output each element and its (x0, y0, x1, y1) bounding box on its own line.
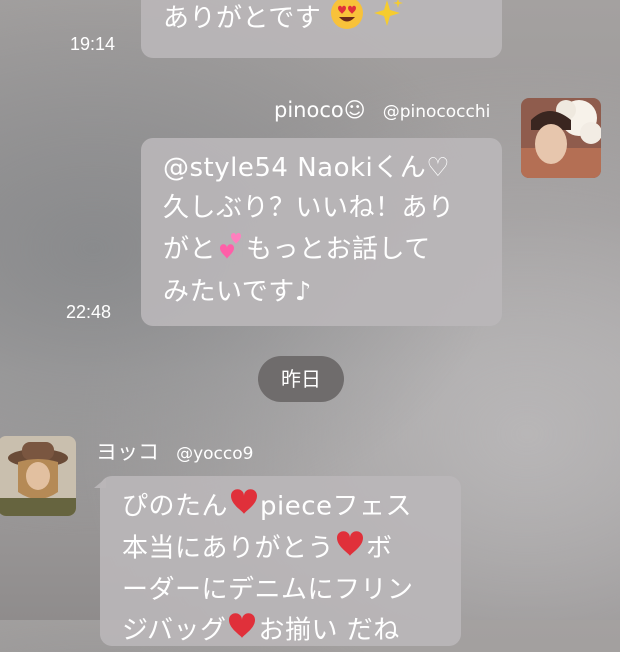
sender-handle: @pinococchi (382, 102, 491, 122)
message-text: 本当にありがとう (122, 533, 335, 564)
heart-eyes-emoji (330, 0, 364, 42)
message-line: がと もっとお話して (163, 228, 482, 272)
message-line: みたいです♪ (163, 277, 312, 307)
sender-name: ヨッコ (96, 440, 159, 464)
avatar[interactable] (0, 436, 76, 516)
message-text: がと (163, 234, 217, 265)
sparkles-emoji (373, 0, 403, 42)
sender-header: pinoco☺ @pinococchi (274, 98, 490, 122)
red-heart-emoji (228, 486, 260, 528)
message-line: 本当にありがとうボ (122, 528, 441, 570)
avatar[interactable] (521, 98, 601, 178)
sender-handle: @yocco9 (176, 444, 254, 464)
message-line: @style54 Naokiくん♡ (163, 153, 451, 183)
message-time: 22:48 (66, 302, 112, 322)
message-text: ボ (366, 533, 393, 564)
message-text: ぴのたん (122, 491, 229, 522)
sender-header: ヨッコ @yocco9 (96, 436, 253, 466)
message-text: ジバッグ (122, 615, 227, 646)
message-text: pieceフェス (260, 491, 413, 522)
message-line: ぴのたん pieceフェス (122, 486, 441, 528)
red-heart-emoji (334, 528, 366, 570)
message-time: 19:14 (70, 34, 116, 54)
date-separator: 昨日 (258, 356, 344, 402)
message-text: ありがとです (163, 3, 322, 34)
message-bubble[interactable]: ぴのたん pieceフェス 本当にありがとうボ ーダーにデニムにフリン ジバッグお… (100, 476, 461, 646)
message-line: 久しぶり？いいね！あり (163, 193, 455, 223)
sender-name: pinoco☺ (274, 98, 366, 122)
message-bubble[interactable]: ありがとです (141, 0, 502, 58)
red-heart-emoji (226, 610, 258, 652)
message-text: お揃い だね (258, 615, 400, 646)
message-line: ジバッグ お揃い だね (122, 610, 441, 652)
message-text: もっとお話して (246, 234, 431, 265)
message-bubble[interactable]: @style54 Naokiくん♡ 久しぶり？いいね！あり がと もっとお話して … (141, 138, 502, 326)
two-hearts-emoji (216, 228, 246, 272)
message-line: ーダーにデニムにフリン (122, 575, 414, 605)
